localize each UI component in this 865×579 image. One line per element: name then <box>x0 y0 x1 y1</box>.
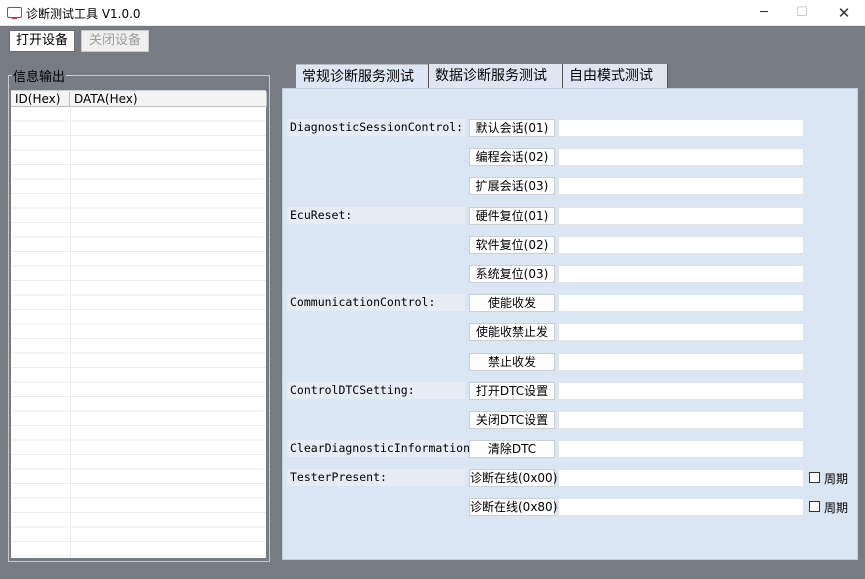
default-session-response[interactable] <box>558 119 804 137</box>
output-table[interactable] <box>11 90 266 558</box>
close-device-button[interactable]: 关闭设备 <box>81 30 149 52</box>
dtc-setting-on-response[interactable] <box>558 382 804 400</box>
default-session-button[interactable]: 默认会话(01) <box>469 119 555 137</box>
column-header-data[interactable]: DATA(Hex) <box>70 92 267 107</box>
minimize-button[interactable]: ─ <box>744 0 784 26</box>
column-header-id[interactable]: ID(Hex) <box>11 92 70 107</box>
tester-present-0x80-button[interactable]: 诊断在线(0x80) <box>469 498 557 516</box>
periodic-label: 周期 <box>824 501 849 515</box>
output-group-title: 信息输出 <box>12 66 67 85</box>
periodic-checkbox-0x80[interactable]: 周期 <box>809 500 849 515</box>
extended-session-button[interactable]: 扩展会话(03) <box>469 177 555 195</box>
enable-rx-tx-button[interactable]: 使能收发 <box>469 294 555 312</box>
tester-present-0x80-response[interactable] <box>558 498 804 516</box>
disable-rx-tx-button[interactable]: 禁止收发 <box>469 353 555 371</box>
service-label-clear-diagnostic-info: ClearDiagnosticInformation <box>287 440 470 457</box>
tab-data-diagnostics[interactable]: 数据诊断服务测试 <box>428 64 564 88</box>
dtc-setting-on-button[interactable]: 打开DTC设置 <box>469 382 555 400</box>
app-monitor-icon <box>7 7 22 19</box>
extended-session-response[interactable] <box>558 177 804 195</box>
tab-general-diagnostics[interactable]: 常规诊断服务测试 <box>296 64 431 88</box>
system-reset-button[interactable]: 系统复位(03) <box>469 265 555 283</box>
maximize-button[interactable]: ☐ <box>782 0 822 26</box>
enable-rx-tx-response[interactable] <box>558 294 804 312</box>
enable-rx-disable-tx-response[interactable] <box>558 323 804 341</box>
programming-session-button[interactable]: 编程会话(02) <box>469 148 555 166</box>
service-label-ecu-reset: EcuReset: <box>287 207 465 224</box>
service-label-session-control: DiagnosticSessionControl: <box>287 119 465 136</box>
tester-present-0x00-response[interactable] <box>558 469 804 487</box>
dtc-setting-off-response[interactable] <box>558 411 804 429</box>
checkbox-box[interactable] <box>809 501 820 512</box>
tester-present-0x00-button[interactable]: 诊断在线(0x00) <box>469 469 557 487</box>
checkbox-box[interactable] <box>809 472 820 483</box>
hard-reset-response[interactable] <box>558 207 804 225</box>
enable-rx-disable-tx-button[interactable]: 使能收禁止发 <box>469 323 555 341</box>
tab-free-mode[interactable]: 自由模式测试 <box>562 64 668 88</box>
programming-session-response[interactable] <box>558 148 804 166</box>
open-device-button[interactable]: 打开设备 <box>9 30 75 52</box>
close-window-button[interactable]: ✕ <box>824 0 864 26</box>
disable-rx-tx-response[interactable] <box>558 353 804 371</box>
title-bar: 诊断测试工具 V1.0.0 ─ ☐ ✕ <box>0 0 865 26</box>
output-table-header: ID(Hex) DATA(Hex) <box>11 90 267 107</box>
periodic-checkbox-0x00[interactable]: 周期 <box>809 471 849 486</box>
soft-reset-button[interactable]: 软件复位(02) <box>469 236 555 254</box>
service-label-control-dtc-setting: ControlDTCSetting: <box>287 382 465 399</box>
hard-reset-button[interactable]: 硬件复位(01) <box>469 207 555 225</box>
window-title: 诊断测试工具 V1.0.0 <box>26 7 141 21</box>
service-label-communication-control: CommunicationControl: <box>287 294 465 311</box>
dtc-setting-off-button[interactable]: 关闭DTC设置 <box>469 411 555 429</box>
table-column-divider <box>70 90 71 558</box>
clear-dtc-response[interactable] <box>558 440 804 458</box>
periodic-label: 周期 <box>824 472 849 486</box>
clear-dtc-button[interactable]: 清除DTC <box>469 440 555 458</box>
service-label-tester-present: TesterPresent: <box>287 469 465 486</box>
system-reset-response[interactable] <box>558 265 804 283</box>
soft-reset-response[interactable] <box>558 236 804 254</box>
